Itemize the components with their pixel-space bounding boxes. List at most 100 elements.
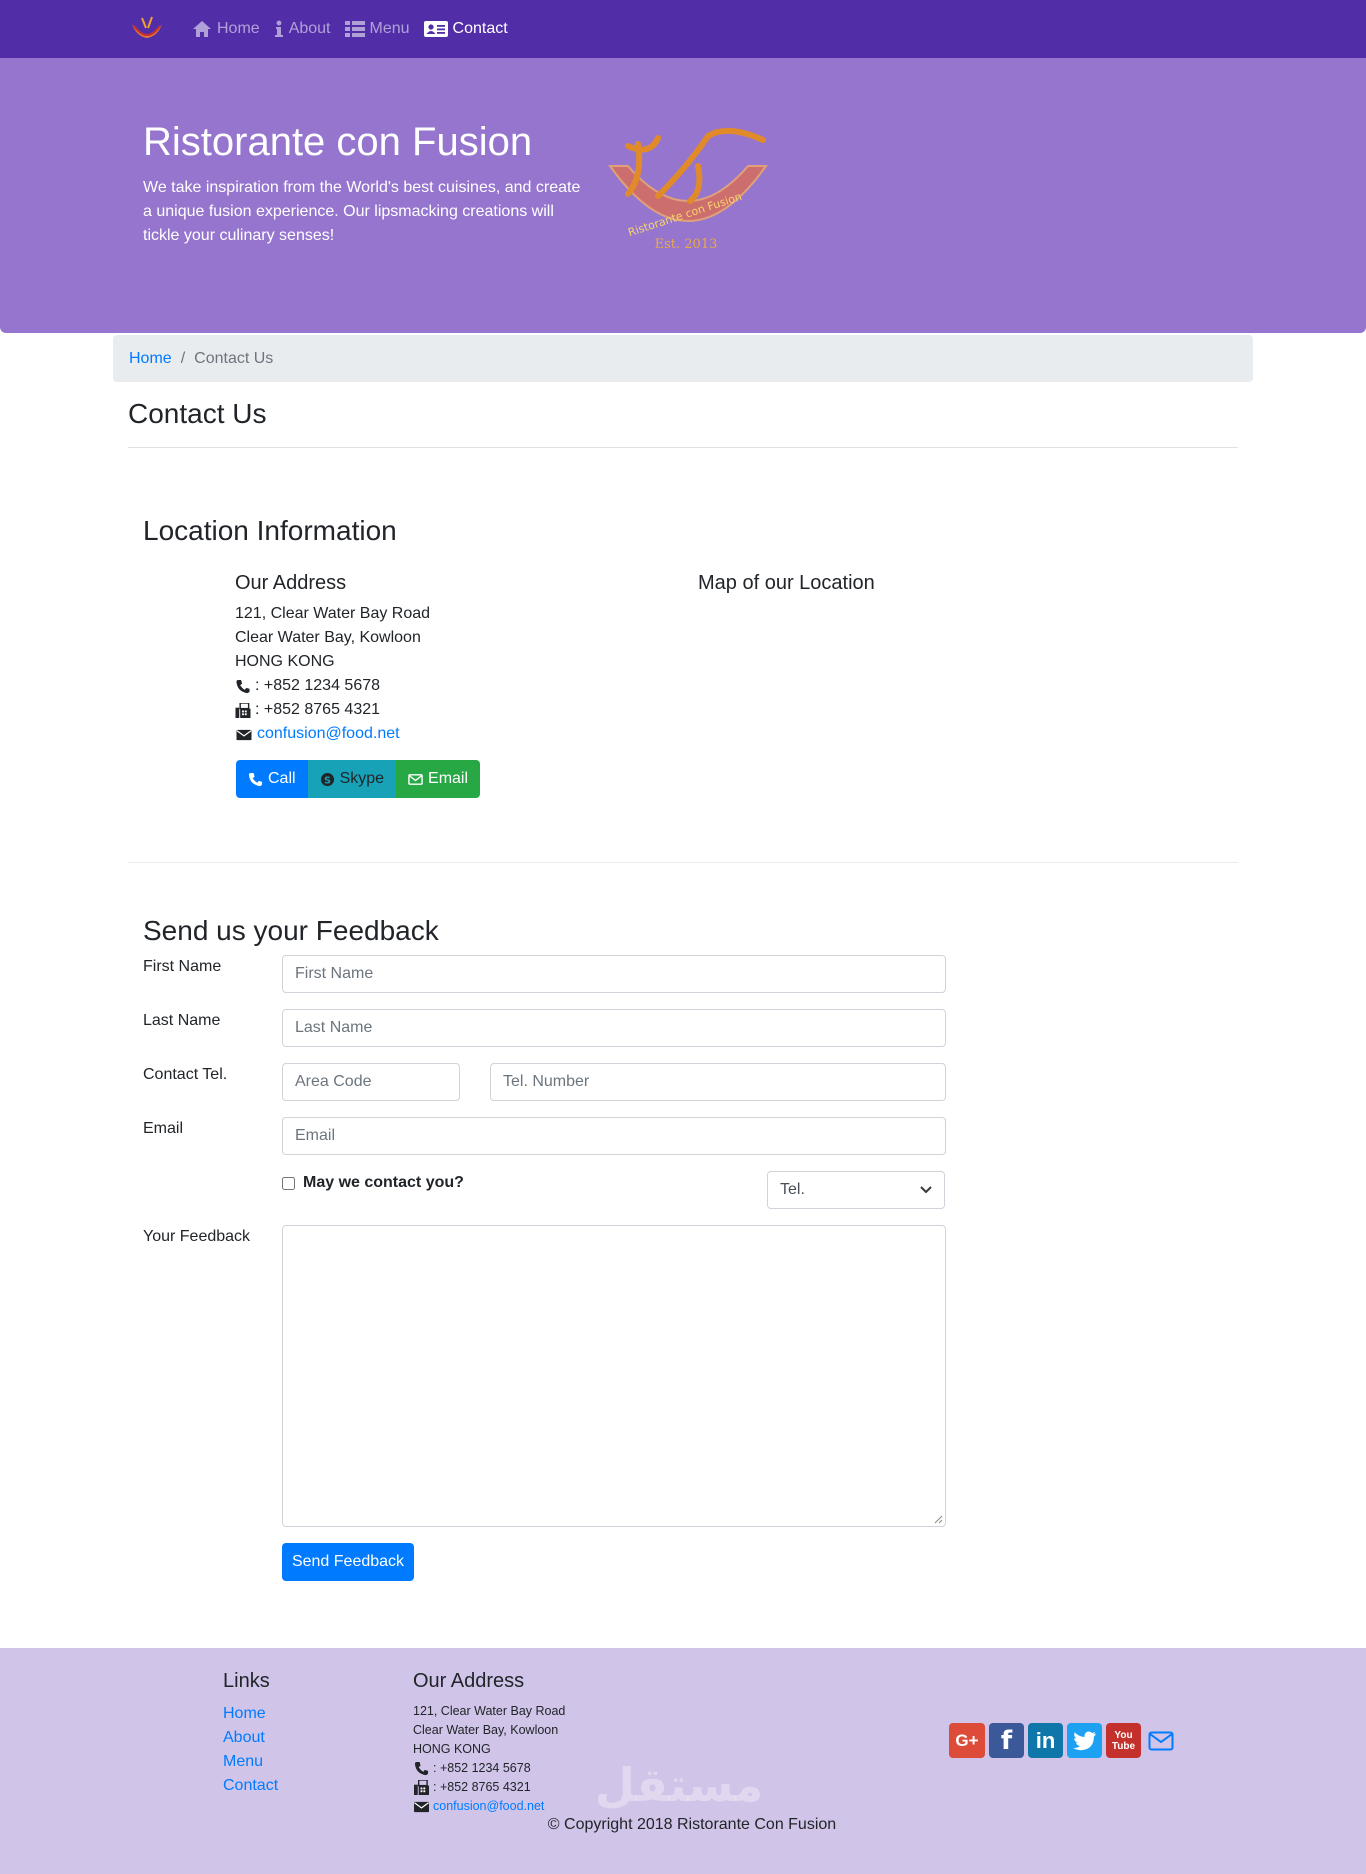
brand-logo[interactable] xyxy=(128,14,166,46)
footer-links-title: Links xyxy=(223,1670,270,1692)
address-card-icon xyxy=(423,21,448,37)
breadcrumb: Home / Contact Us xyxy=(113,335,1253,382)
phone-line: : +852 1234 5678 xyxy=(235,674,430,698)
address-line: HONG KONG xyxy=(413,1742,491,1756)
fax-line: : +852 8765 4321 xyxy=(413,1778,565,1797)
contact-permission: May we contact you? xyxy=(282,1174,464,1192)
address-title: Our Address xyxy=(235,572,347,594)
phone-number: : +852 1234 5678 xyxy=(433,1761,531,1775)
feedback-label: Your Feedback xyxy=(143,1228,251,1245)
send-feedback-button[interactable]: Send Feedback xyxy=(282,1543,414,1581)
nav-item-home[interactable]: Home xyxy=(192,20,260,38)
contact-button-group: Call S Skype Email xyxy=(236,760,481,798)
footer: Links Home About Menu Contact Our Addres… xyxy=(0,1648,1366,1874)
envelope-icon xyxy=(408,773,423,785)
footer-link-about[interactable]: About xyxy=(223,1726,278,1750)
nav-item-about[interactable]: About xyxy=(274,20,331,38)
nav-item-label: Menu xyxy=(369,20,410,37)
envelope-icon xyxy=(236,729,252,740)
address-line: 121, Clear Water Bay Road xyxy=(235,605,431,622)
contact-method-value: Tel. xyxy=(780,1181,805,1198)
envelope-icon[interactable] xyxy=(1145,1723,1177,1758)
email-label: Email xyxy=(428,770,469,787)
address-line: HONG KONG xyxy=(235,653,335,670)
navbar: Home About Menu Contact xyxy=(0,0,1366,58)
last-name-label: Last Name xyxy=(143,1012,221,1029)
fax-icon xyxy=(235,702,251,718)
nav-item-label: Home xyxy=(217,20,260,37)
envelope-icon xyxy=(414,1801,429,1813)
phone-number: : +852 1234 5678 xyxy=(255,677,381,694)
svg-text:S: S xyxy=(324,775,331,786)
breadcrumb-home[interactable]: Home xyxy=(129,350,172,368)
address-line: Clear Water Bay, Kowloon xyxy=(235,629,421,646)
breadcrumb-separator: / xyxy=(180,349,186,367)
approve-checkbox[interactable] xyxy=(282,1176,295,1190)
copyright: © Copyright 2018 Ristorante Con Fusion xyxy=(547,1816,837,1833)
youtube-icon[interactable]: You Tube xyxy=(1106,1723,1141,1758)
contact-method-select[interactable]: Tel. xyxy=(767,1171,945,1209)
skype-icon: S xyxy=(320,772,334,786)
phone-line: : +852 1234 5678 xyxy=(413,1759,565,1778)
footer-link-menu[interactable]: Menu xyxy=(223,1750,278,1774)
tel-number-input[interactable] xyxy=(490,1063,946,1101)
email-button[interactable]: Email xyxy=(396,760,481,798)
facebook-icon[interactable]: f xyxy=(989,1723,1024,1758)
footer-links: Home About Menu Contact xyxy=(223,1702,278,1798)
page-title: Contact Us xyxy=(128,398,267,429)
twitter-bird-icon xyxy=(1072,1731,1096,1750)
map-title: Map of our Location xyxy=(698,572,875,594)
email-input[interactable] xyxy=(282,1117,946,1155)
footer-link-home[interactable]: Home xyxy=(223,1702,278,1726)
list-icon xyxy=(344,21,365,37)
location-title: Location Information xyxy=(143,515,397,546)
social-links: G+ f in You Tube xyxy=(949,1723,1177,1758)
youtube-label-bottom: Tube xyxy=(1111,1740,1136,1752)
restaurant-logo: Ristorante con Fusion Est. 2013 xyxy=(608,127,768,252)
first-name-label: First Name xyxy=(143,958,222,975)
address-line: 121, Clear Water Bay Road xyxy=(413,1704,566,1718)
breadcrumb-current: Contact Us xyxy=(194,349,274,367)
call-button[interactable]: Call xyxy=(236,760,308,798)
last-name-input[interactable] xyxy=(282,1009,946,1047)
nav-item-label: Contact xyxy=(452,20,508,37)
footer-address: 121, Clear Water Bay Road Clear Water Ba… xyxy=(413,1702,565,1816)
logo-est: Est. 2013 xyxy=(655,237,718,252)
footer-address-title: Our Address xyxy=(413,1670,525,1692)
jumbotron-title: Ristorante con Fusion xyxy=(143,120,533,164)
divider xyxy=(128,862,1238,863)
footer-email-link[interactable]: confusion@food.net xyxy=(433,1797,544,1816)
twitter-icon[interactable] xyxy=(1067,1723,1102,1758)
first-name-input[interactable] xyxy=(282,955,946,993)
watermark: مستقل xyxy=(595,1758,764,1812)
chevron-down-icon xyxy=(920,1186,932,1194)
email-link[interactable]: confusion@food.net xyxy=(257,722,400,746)
skype-button[interactable]: S Skype xyxy=(307,760,397,798)
fax-number: : +852 8765 4321 xyxy=(433,1780,531,1794)
phone-icon xyxy=(236,679,250,693)
home-icon xyxy=(193,21,211,37)
email-line: confusion@food.net xyxy=(235,722,430,746)
fax-icon xyxy=(414,1780,429,1795)
nav-item-label: About xyxy=(288,20,331,37)
address-block: 121, Clear Water Bay Road Clear Water Ba… xyxy=(235,602,430,746)
fax-line: : +852 8765 4321 xyxy=(235,698,430,722)
linkedin-icon[interactable]: in xyxy=(1028,1723,1063,1758)
phone-icon xyxy=(414,1761,429,1776)
nav-item-menu[interactable]: Menu xyxy=(344,20,410,38)
jumbotron: Ristorante con Fusion We take inspiratio… xyxy=(0,58,1366,333)
fax-number: : +852 8765 4321 xyxy=(255,701,381,718)
resize-handle-icon[interactable] xyxy=(934,1515,943,1524)
info-icon xyxy=(274,20,283,37)
nav-item-contact[interactable]: Contact xyxy=(423,20,508,38)
divider xyxy=(128,447,1238,448)
footer-link-contact[interactable]: Contact xyxy=(223,1774,278,1798)
address-line: Clear Water Bay, Kowloon xyxy=(413,1723,559,1737)
feedback-textarea[interactable] xyxy=(282,1225,946,1527)
google-plus-icon[interactable]: G+ xyxy=(949,1723,985,1758)
jumbotron-text: We take inspiration from the World's bes… xyxy=(143,179,581,244)
email-label: Email xyxy=(143,1120,184,1137)
approve-label: May we contact you? xyxy=(303,1174,464,1191)
area-code-input[interactable] xyxy=(282,1063,460,1101)
envelope-outline-icon xyxy=(1148,1731,1174,1750)
